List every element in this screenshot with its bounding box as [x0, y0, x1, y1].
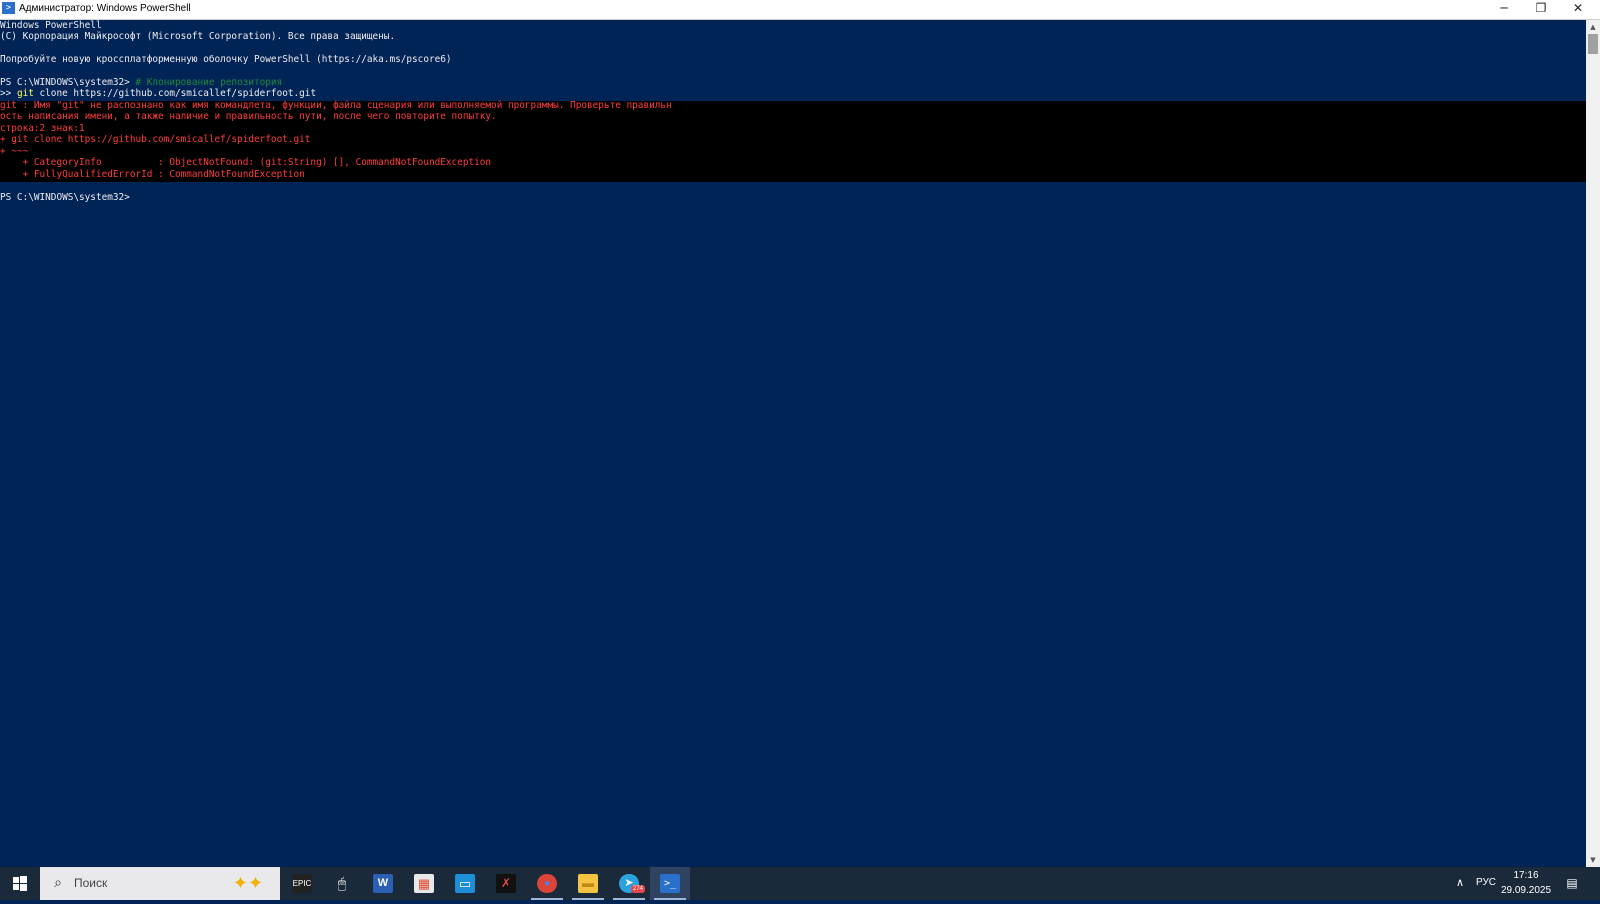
clock-time[interactable]: 17:16 — [1506, 870, 1546, 881]
scroll-up-arrow-icon[interactable]: ▲ — [1586, 20, 1600, 34]
search-icon: ⌕ — [54, 875, 62, 891]
chevron-up-icon[interactable]: ∧ — [1452, 875, 1468, 891]
command-keyword: git — [16, 88, 34, 99]
console-line-prompt: PS C:\WINDOWS\system32> — [0, 192, 130, 203]
powershell-icon: >_ — [660, 874, 680, 893]
powershell-icon: > — [2, 2, 15, 14]
window-title: Администратор: Windows PowerShell — [19, 3, 191, 14]
taskbar-search-box[interactable]: ⌕ Поиск ✦✦ — [40, 867, 280, 900]
taskbar-app-word[interactable]: W — [363, 867, 403, 900]
minimize-button[interactable]: ─ — [1486, 0, 1522, 19]
taskbar-app-telegram[interactable]: ➤ 274 — [609, 867, 649, 900]
epic-games-icon: EPIC — [292, 874, 312, 893]
terminal-x-icon: ✗ — [496, 874, 516, 893]
chrome-icon: ● — [537, 874, 557, 893]
console-line-command: >> git clone https://github.com/smicalle… — [0, 88, 316, 100]
taskbar-app-store[interactable]: ▦ — [404, 867, 444, 900]
vertical-scrollbar[interactable]: ▲ ▼ — [1586, 20, 1600, 867]
title-bar: > Администратор: Windows PowerShell ─ ❐ … — [0, 0, 1600, 20]
store-icon: ▦ — [414, 874, 434, 893]
error-line-2: ость написания имени, а также наличие и … — [0, 111, 497, 122]
mouse-icon: 🖱 — [337, 875, 347, 891]
console-output[interactable]: Windows PowerShell (C) Корпорация Майкро… — [0, 20, 1586, 867]
error-line-7: + FullyQualifiedErrorId : CommandNotFoun… — [0, 169, 305, 180]
scrollbar-thumb[interactable] — [1588, 34, 1598, 54]
maximize-button[interactable]: ❐ — [1523, 0, 1559, 19]
comment-text: # Клонирование репозитория — [135, 77, 283, 88]
search-placeholder: Поиск — [74, 876, 108, 890]
taskbar-app-explorer[interactable]: ▬ — [568, 867, 608, 900]
notification-icon[interactable]: ▤ — [1564, 875, 1580, 891]
prompt-text: PS C:\WINDOWS\system32> — [0, 77, 136, 88]
folder-icon: ▬ — [578, 874, 598, 893]
taskbar-app-remote-desktop[interactable]: ▭ — [445, 867, 485, 900]
word-icon: W — [373, 874, 393, 893]
command-args: clone https://github.com/smicallef/spide… — [33, 88, 317, 99]
taskbar-app-terminal[interactable]: ✗ — [486, 867, 526, 900]
search-highlight-icon: ✦✦ — [232, 873, 264, 894]
taskbar-app-mouse[interactable]: 🖱 — [322, 867, 362, 900]
taskbar-app-epic-games[interactable]: EPIC — [282, 867, 322, 900]
language-indicator[interactable]: РУС — [1476, 877, 1496, 888]
scroll-down-arrow-icon[interactable]: ▼ — [1586, 853, 1600, 867]
error-line-6: + CategoryInfo : ObjectNotFound: (git:St… — [0, 157, 492, 168]
console-line-copyright: (C) Корпорация Майкрософт (Microsoft Cor… — [0, 31, 396, 42]
telegram-unread-badge: 274 — [631, 885, 646, 893]
start-button[interactable] — [0, 867, 40, 900]
console-line-pscore: Попробуйте новую кроссплатформенную обол… — [0, 54, 452, 65]
clock-date[interactable]: 29.09.2025 — [1500, 885, 1552, 896]
continuation-prompt: >> — [0, 88, 17, 99]
windows-logo-icon — [13, 876, 27, 891]
error-line-4: + git clone https://github.com/smicallef… — [0, 134, 311, 145]
monitor-icon: ▭ — [455, 874, 475, 893]
taskbar-app-powershell[interactable]: >_ — [650, 867, 690, 900]
taskbar-app-chrome[interactable]: ● — [527, 867, 567, 900]
taskbar: ⌕ Поиск ✦✦ EPIC 🖱 W ▦ ▭ ✗ ● ▬ ➤ 274 >_ ∧… — [0, 867, 1600, 900]
close-button[interactable]: ✕ — [1560, 0, 1596, 19]
